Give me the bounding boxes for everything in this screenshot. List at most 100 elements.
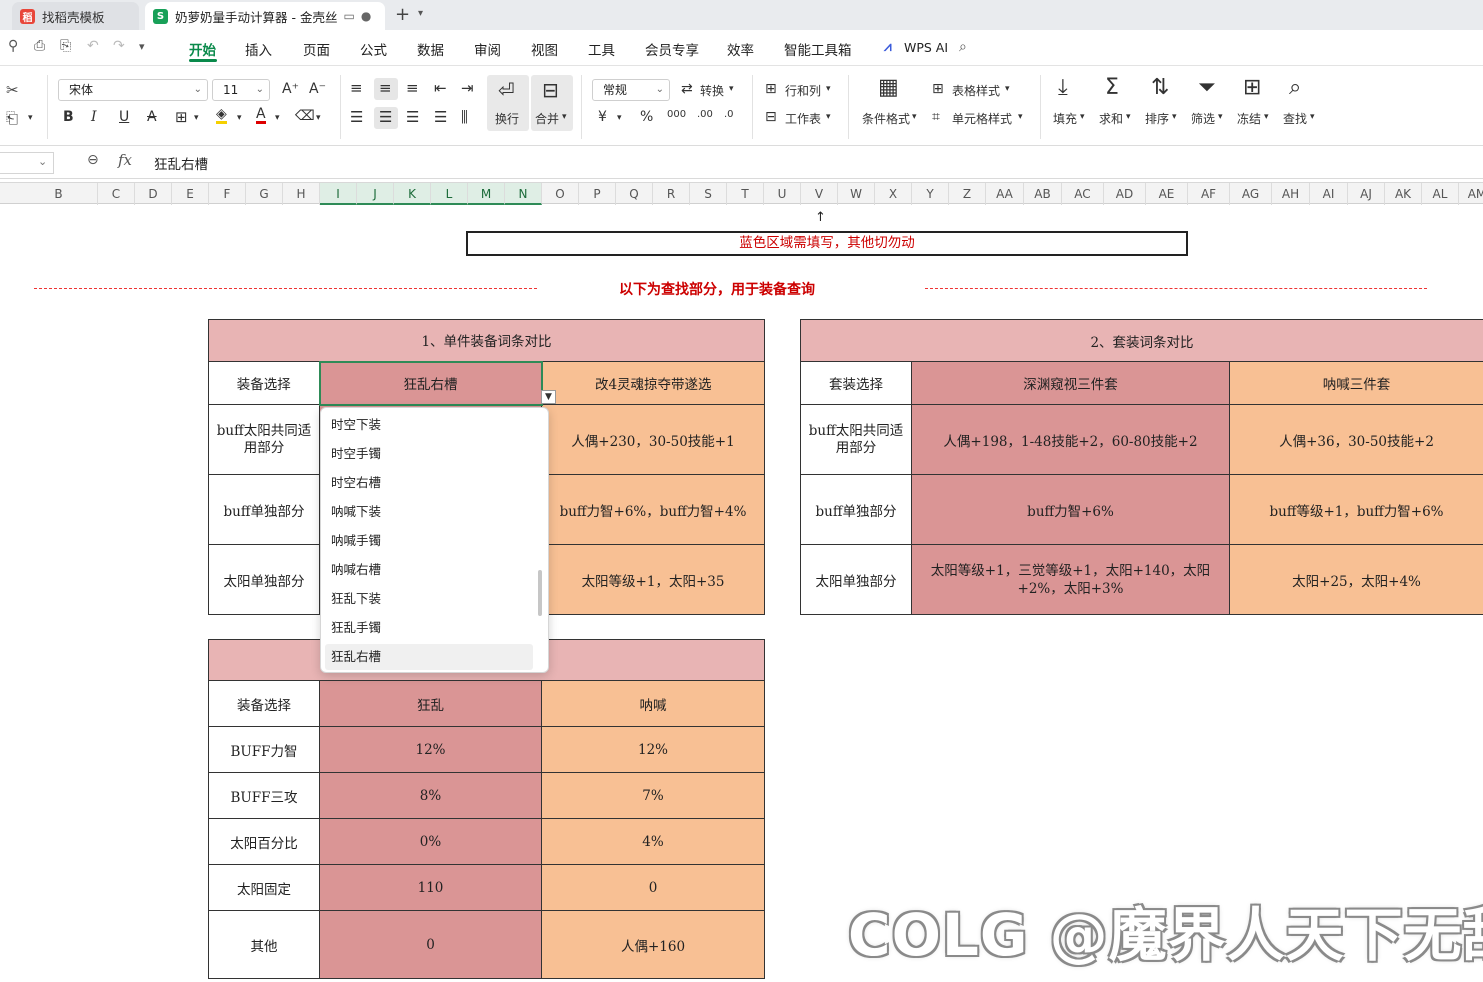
chevron-down-icon[interactable]: ▾	[1018, 112, 1023, 122]
column-header[interactable]: G	[246, 183, 283, 205]
chevron-down-icon[interactable]: ▾	[1005, 84, 1010, 94]
fill-color-icon[interactable]: ◈	[216, 107, 227, 124]
tab-spreadsheet[interactable]: S 奶萝奶量手动计算器 - 金壳丝 ▭ ●	[145, 2, 385, 30]
chevron-down-icon[interactable]: ▾	[1264, 112, 1269, 122]
decrease-font-icon[interactable]: A⁻	[309, 81, 326, 97]
column-header[interactable]: AG	[1230, 183, 1272, 205]
column-header[interactable]: AE	[1146, 183, 1188, 205]
column-header[interactable]: O	[542, 183, 579, 205]
align-bottom-icon[interactable]: ≡	[406, 79, 419, 97]
column-header[interactable]: M	[468, 183, 505, 205]
sum-icon[interactable]: Σ	[1105, 75, 1119, 100]
convert-button[interactable]: 转换	[700, 82, 724, 99]
italic-icon[interactable]: I	[91, 109, 97, 125]
paste-icon[interactable]: ⎗	[6, 109, 18, 127]
currency-icon[interactable]: ¥	[598, 109, 607, 125]
percent-icon[interactable]: %	[640, 109, 653, 125]
clear-format-icon[interactable]: ⌫	[295, 108, 315, 124]
column-header[interactable]: L	[431, 183, 468, 205]
format-painter-icon[interactable]: ⚲	[8, 38, 18, 54]
chevron-down-icon[interactable]: ▾	[617, 113, 622, 123]
rows-cols-icon[interactable]: ⊞	[765, 81, 777, 97]
chevron-down-icon[interactable]: ▾	[316, 113, 321, 123]
column-header[interactable]: U	[764, 183, 801, 205]
quick-access-more-icon[interactable]: ▾	[139, 40, 145, 53]
column-header[interactable]: P	[579, 183, 616, 205]
cell-style-icon[interactable]: ⌗	[932, 109, 940, 125]
column-header[interactable]: AM	[1459, 183, 1483, 205]
menu-wps-ai[interactable]: WPS AI	[904, 40, 948, 55]
underline-icon[interactable]: U	[119, 109, 129, 125]
worksheet-icon[interactable]: ⊟	[765, 109, 777, 125]
column-header[interactable]: Z	[949, 183, 986, 205]
menu-member[interactable]: 会员专享	[645, 39, 699, 59]
equip-select-cell[interactable]: 狂乱右槽	[318, 360, 543, 406]
sum-button[interactable]: 求和	[1099, 110, 1123, 127]
table-style-button[interactable]: 表格样式	[952, 82, 1000, 99]
window-icon[interactable]: ▭	[343, 9, 354, 23]
menu-page[interactable]: 页面	[303, 39, 330, 59]
menu-smart-toolbox[interactable]: 智能工具箱	[784, 39, 852, 59]
table2-set-b[interactable]: 呐喊三件套	[1228, 361, 1483, 405]
dropdown-option[interactable]: 呐喊下装	[325, 499, 533, 525]
tab-docer[interactable]: 稻 找稻壳模板	[12, 2, 139, 30]
column-header[interactable]: F	[209, 183, 246, 205]
number-format-select[interactable]: 常规 ⌄	[592, 79, 670, 101]
column-header[interactable]: AK	[1385, 183, 1422, 205]
column-header[interactable]: AI	[1310, 183, 1348, 205]
menu-view[interactable]: 视图	[531, 39, 558, 59]
align-middle-button[interactable]: ≡	[374, 78, 398, 100]
menu-review[interactable]: 审阅	[474, 39, 501, 59]
wps-ai-icon[interactable]: ⩘	[884, 39, 892, 55]
decrease-decimal-icon[interactable]: .0	[724, 109, 734, 120]
increase-indent-icon[interactable]: ⇥	[461, 79, 474, 97]
find-icon[interactable]: ⌕	[1289, 75, 1301, 100]
chevron-down-icon[interactable]: ▾	[194, 113, 199, 123]
chevron-down-icon[interactable]: ▾	[1080, 112, 1085, 122]
align-center-button[interactable]: ☰	[374, 107, 398, 129]
chevron-down-icon[interactable]: ▾	[275, 113, 280, 123]
unsaved-dot-icon[interactable]: ●	[361, 9, 371, 23]
column-header[interactable]: S	[690, 183, 727, 205]
thousands-icon[interactable]: 000	[667, 109, 686, 120]
table-style-icon[interactable]: ⊞	[932, 81, 944, 97]
column-header[interactable]: AL	[1422, 183, 1459, 205]
fill-button[interactable]: 填充	[1053, 110, 1077, 127]
wrap-text-button[interactable]: ⏎ 换行	[487, 75, 529, 131]
column-header[interactable]: K	[394, 183, 431, 205]
redo-icon[interactable]: ↷	[113, 38, 125, 54]
chevron-down-icon[interactable]: ▾	[1310, 112, 1315, 122]
formula-input[interactable]	[146, 152, 1483, 174]
dropdown-scrollbar[interactable]	[538, 570, 542, 616]
filter-button[interactable]: 筛选	[1191, 110, 1215, 127]
zoom-formula-icon[interactable]: ⊖	[87, 152, 99, 168]
table2-set-a[interactable]: 深渊窥视三件套	[911, 361, 1230, 405]
fx-icon[interactable]: fx	[118, 151, 132, 169]
align-right-icon[interactable]: ☰	[406, 108, 419, 126]
fill-icon[interactable]: ⤓	[1058, 75, 1068, 100]
column-header[interactable]: C	[98, 183, 135, 205]
dropdown-option[interactable]: 狂乱下装	[325, 586, 533, 612]
column-header[interactable]: W	[838, 183, 875, 205]
freeze-button[interactable]: 冻结	[1237, 110, 1261, 127]
decrease-indent-icon[interactable]: ⇤	[434, 79, 447, 97]
chevron-down-icon[interactable]: ▾	[418, 8, 423, 19]
column-header[interactable]: AD	[1104, 183, 1146, 205]
undo-icon[interactable]: ↶	[87, 38, 99, 54]
chevron-down-icon[interactable]: ▾	[826, 84, 831, 94]
increase-font-icon[interactable]: A⁺	[282, 81, 299, 97]
conditional-format-button[interactable]: 条件格式	[862, 110, 910, 127]
menu-tools[interactable]: 工具	[588, 39, 615, 59]
column-header[interactable]: V	[801, 183, 838, 205]
font-size-select[interactable]: 11 ⌄	[212, 79, 270, 101]
chevron-down-icon[interactable]: ▾	[28, 113, 33, 123]
column-header[interactable]: N	[505, 183, 542, 205]
increase-decimal-icon[interactable]: .00	[697, 109, 713, 120]
font-color-icon[interactable]: A	[256, 107, 266, 124]
column-header[interactable]: AH	[1272, 183, 1310, 205]
column-header[interactable]: X	[875, 183, 912, 205]
name-box[interactable]: ⌄	[0, 152, 54, 174]
column-header[interactable]: D	[135, 183, 172, 205]
menu-home[interactable]: 开始	[189, 39, 216, 59]
chevron-down-icon[interactable]: ▾	[1172, 112, 1177, 122]
